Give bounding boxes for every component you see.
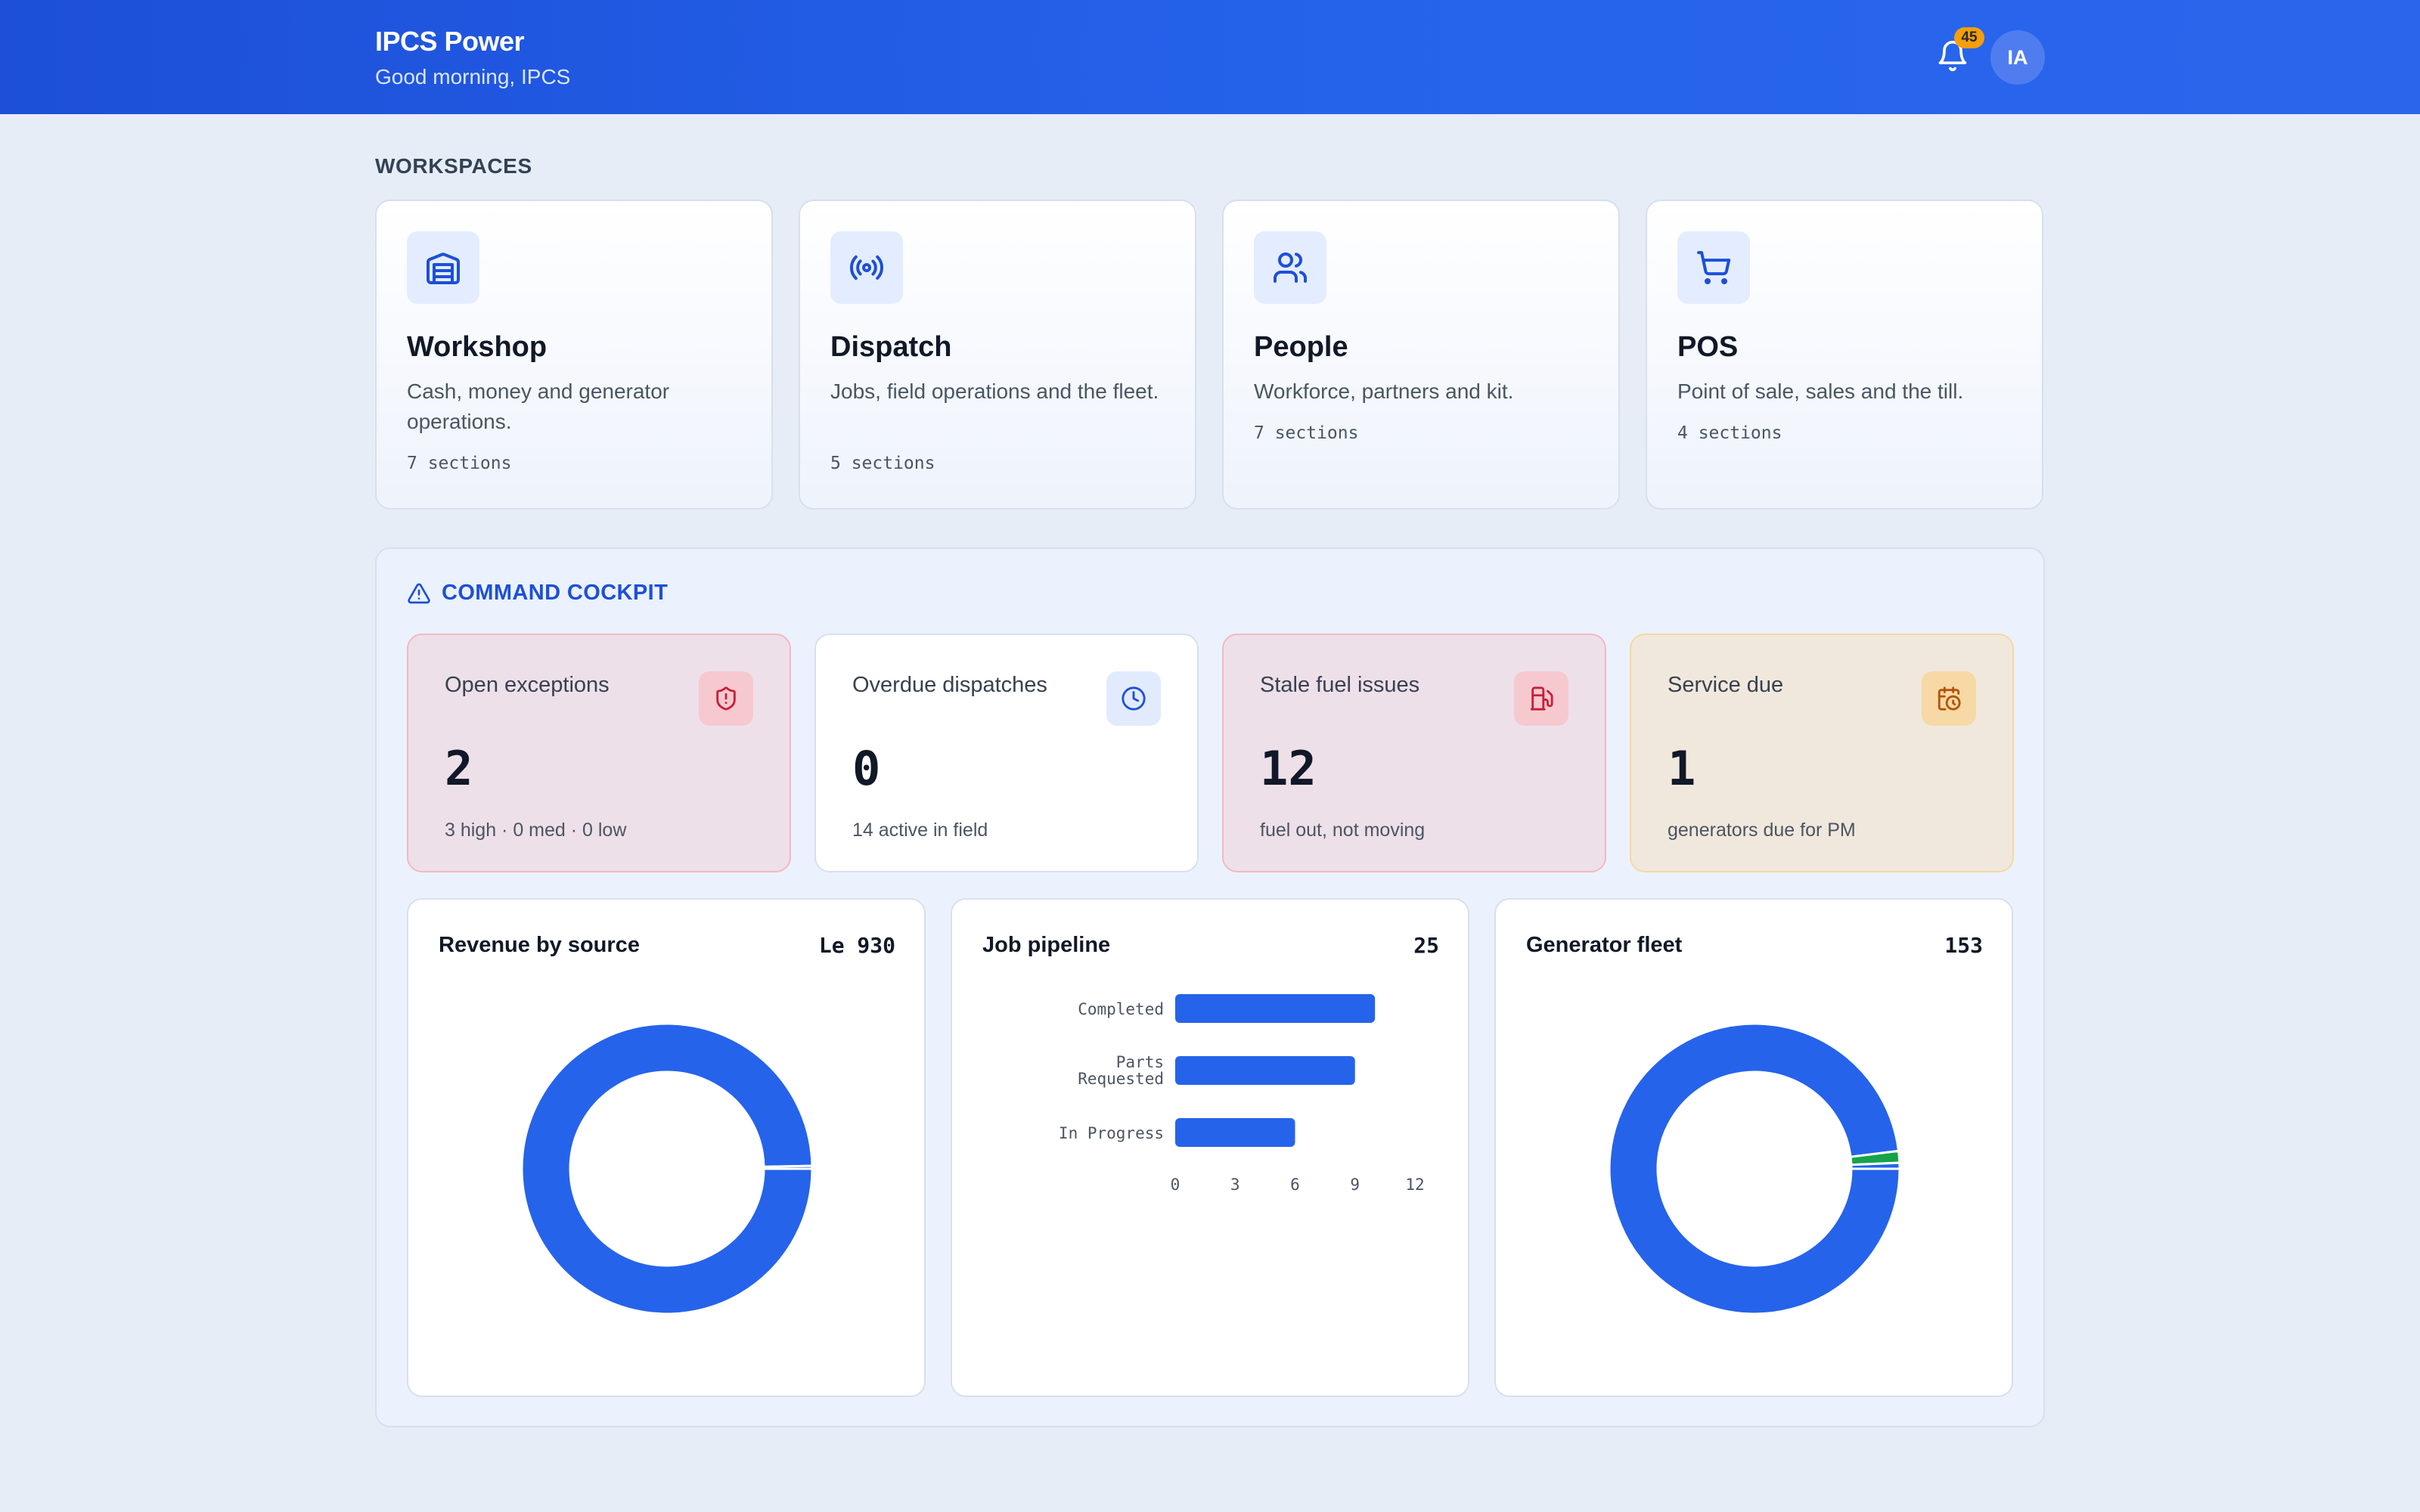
kpi-subtext: 3 high · 0 med · 0 low — [445, 820, 627, 841]
kpi-stale-fuel-issues[interactable]: Stale fuel issues 12 fuel out, not movin… — [1222, 634, 1606, 872]
kpi-value: 2 — [445, 741, 473, 796]
workspace-title: People — [1254, 331, 1348, 363]
category-label: Requested — [1078, 1070, 1164, 1088]
kpi-value: 12 — [1260, 741, 1317, 796]
workspace-section-count: 7 sections — [1254, 423, 1359, 443]
x-tick-label: 3 — [1230, 1176, 1240, 1194]
workspace-section-count: 5 sections — [830, 454, 935, 473]
fuel-pump-icon — [1514, 671, 1568, 726]
app-title: IPCS Power — [375, 26, 525, 57]
workspaces-label: WORKSPACES — [375, 154, 532, 178]
revenue-donut-chart — [520, 1022, 814, 1315]
donut-slice[interactable] — [1850, 1161, 1901, 1170]
kpi-overdue-dispatches[interactable]: Overdue dispatches 0 14 active in field — [814, 634, 1199, 872]
kpi-open-exceptions[interactable]: Open exceptions 2 3 high · 0 med · 0 low — [407, 634, 791, 872]
workspace-card-workshop[interactable]: Workshop Cash, money and generator opera… — [375, 200, 773, 510]
kpi-service-due[interactable]: Service due 1 generators due for PM — [1630, 634, 2014, 872]
workspace-description: Jobs, field operations and the fleet. — [830, 380, 1159, 403]
bar[interactable] — [1175, 994, 1376, 1023]
kpi-subtext: fuel out, not moving — [1260, 820, 1426, 841]
workspace-card-pos[interactable]: POS Point of sale, sales and the till. 4… — [1646, 200, 2043, 510]
app-header: IPCS Power Good morning, IPCS 45 IA — [0, 0, 2420, 114]
workspace-card-people[interactable]: People Workforce, partners and kit. 7 se… — [1222, 200, 1620, 510]
x-tick-label: 0 — [1171, 1176, 1181, 1194]
kpi-label: Open exceptions — [445, 673, 610, 697]
workspace-description: Cash, money and generator operations. — [407, 380, 670, 433]
x-tick-label: 12 — [1405, 1176, 1424, 1194]
kpi-subtext: 14 active in field — [852, 820, 988, 841]
warning-triangle-icon — [408, 583, 430, 603]
workspace-description: Point of sale, sales and the till. — [1677, 380, 1964, 403]
job-pipeline-card: Job pipeline 25 Completed Parts Requested I… — [951, 898, 1469, 1397]
workspace-section-count: 7 sections — [407, 454, 512, 473]
cockpit-header: COMMAND COCKPIT — [407, 581, 668, 606]
workspace-description: Workforce, partners and kit. — [1254, 380, 1514, 403]
cockpit-title: COMMAND COCKPIT — [442, 581, 669, 605]
warehouse-icon — [407, 231, 479, 304]
workspace-title: POS — [1677, 331, 1739, 363]
kpi-label: Service due — [1668, 673, 1784, 697]
donut-slice[interactable] — [762, 1164, 814, 1170]
command-cockpit: COMMAND COCKPIT Open exceptions 2 3 high… — [375, 547, 2045, 1427]
generator-fleet-donut-chart — [1608, 1022, 1901, 1315]
bar[interactable] — [1175, 1056, 1355, 1085]
kpi-value: 1 — [1668, 741, 1696, 796]
notification-badge: 45 — [1954, 27, 1984, 48]
kpi-subtext: generators due for PM — [1668, 820, 1856, 841]
clock-icon — [1106, 671, 1161, 726]
job-pipeline-bar-chart: Completed PartsRequested In Progress 0 3 6 9 12 — [1059, 994, 1425, 1194]
generator-fleet-card: Generator fleet 153 — [1494, 898, 2013, 1397]
workspace-title: Dispatch — [830, 331, 952, 363]
workspace-title: Workshop — [407, 331, 548, 363]
calendar-clock-icon — [1922, 671, 1976, 726]
workspace-card-dispatch[interactable]: Dispatch Jobs, field operations and the … — [799, 200, 1196, 510]
revenue-chart-card: Revenue by source Le 930 — [407, 898, 926, 1397]
shopping-cart-icon — [1677, 231, 1750, 304]
kpi-value: 0 — [852, 741, 881, 796]
radio-broadcast-icon — [830, 231, 903, 304]
users-icon — [1254, 231, 1326, 304]
workspace-section-count: 4 sections — [1677, 423, 1782, 443]
kpi-label: Stale fuel issues — [1260, 673, 1420, 697]
avatar[interactable]: IA — [1990, 30, 2045, 85]
greeting-text: Good morning, IPCS — [375, 65, 571, 88]
category-label: Parts — [1116, 1053, 1164, 1071]
bar[interactable] — [1175, 1118, 1295, 1147]
category-label: Completed — [1078, 1000, 1164, 1018]
x-tick-label: 9 — [1350, 1176, 1360, 1194]
category-label: In Progress — [1059, 1124, 1164, 1142]
kpi-label: Overdue dispatches — [852, 673, 1047, 697]
shield-alert-icon — [699, 671, 753, 726]
x-tick-label: 6 — [1290, 1176, 1300, 1194]
